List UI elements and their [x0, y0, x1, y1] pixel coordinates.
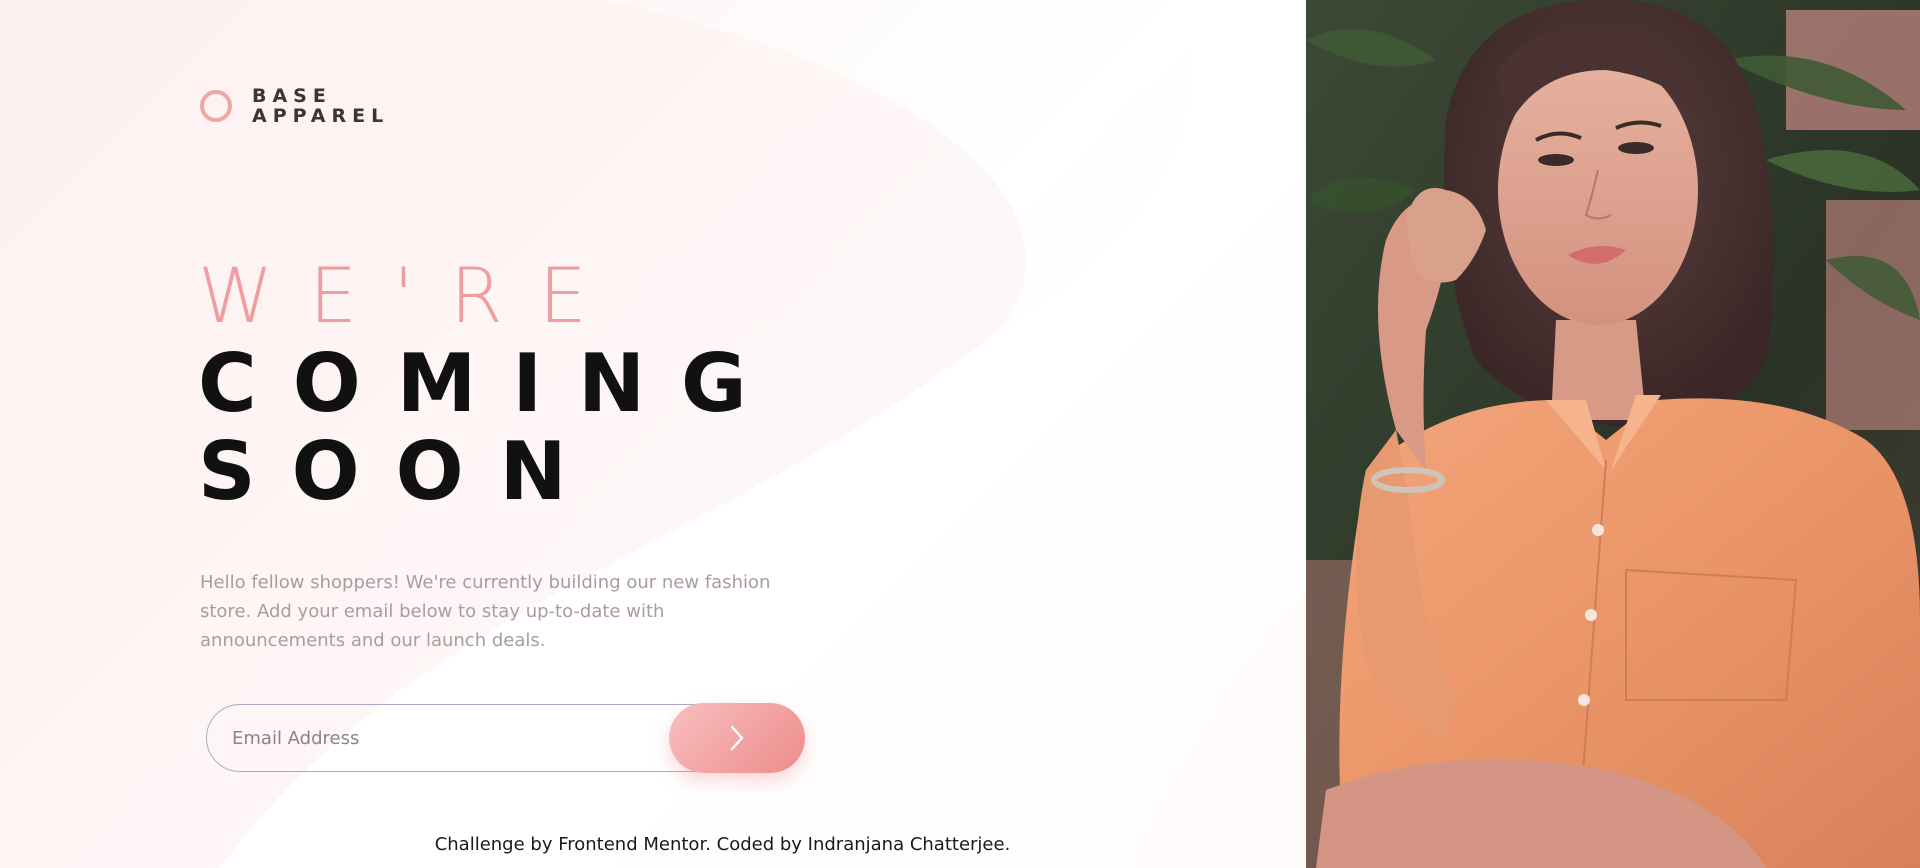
submit-button[interactable]	[669, 703, 805, 773]
circle-logo-icon	[200, 90, 232, 122]
content-panel: BASE APPAREL WE'RE COMING SOON Hello fel…	[0, 0, 1306, 868]
brand-logo[interactable]: BASE APPAREL	[200, 86, 389, 126]
headline-bold-line1: COMING	[198, 337, 783, 430]
hero-photo-illustration	[1306, 0, 1920, 868]
intro-paragraph: Hello fellow shoppers! We're currently b…	[200, 572, 771, 651]
brand-name-line2: APPAREL	[252, 105, 390, 127]
chevron-right-icon	[730, 725, 744, 751]
brand-name-line1: BASE	[252, 85, 332, 107]
brand-name: BASE APPAREL	[252, 86, 389, 126]
footer-attribution: Challenge by Frontend Mentor. Coded by I…	[434, 834, 1011, 855]
headline-bold-line2: SOON	[198, 425, 603, 518]
hero-photo	[1306, 0, 1920, 868]
subscribe-form	[206, 703, 805, 773]
headline-light-text: WE'RE	[198, 251, 623, 340]
coming-soon-page: BASE APPAREL WE'RE COMING SOON Hello fel…	[0, 0, 1920, 868]
page-headline: WE'RE COMING SOON	[198, 252, 783, 516]
